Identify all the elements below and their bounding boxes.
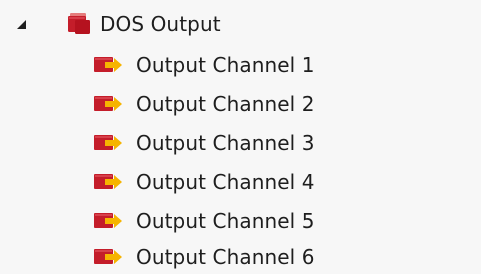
- output-channel-icon: [93, 246, 123, 268]
- output-channel-icon: [93, 93, 123, 115]
- output-channel-icon: [93, 132, 123, 154]
- tree-node-output-channel-4[interactable]: Output Channel 4: [93, 165, 315, 199]
- tree-node-output-channel-5[interactable]: Output Channel 5: [93, 204, 315, 238]
- tree-node-label: Output Channel 5: [136, 209, 315, 233]
- expanded-triangle-icon[interactable]: [12, 15, 30, 33]
- device-module-icon: [66, 12, 92, 36]
- tree-node-output-channel-1[interactable]: Output Channel 1: [93, 48, 315, 82]
- tree-node-label: Output Channel 6: [136, 245, 315, 269]
- tree-node-label: DOS Output: [100, 12, 221, 36]
- tree-node-label: Output Channel 1: [136, 53, 315, 77]
- tree-node-label: Output Channel 2: [136, 92, 315, 116]
- tree-node-output-channel-3[interactable]: Output Channel 3: [93, 126, 315, 160]
- output-channel-icon: [93, 171, 123, 193]
- tree-node-dos-output[interactable]: DOS Output: [12, 7, 221, 41]
- tree-node-label: Output Channel 3: [136, 131, 315, 155]
- output-channel-icon: [93, 210, 123, 232]
- tree-node-output-channel-2[interactable]: Output Channel 2: [93, 87, 315, 121]
- tree-node-output-channel-6[interactable]: Output Channel 6: [93, 240, 315, 274]
- output-channel-icon: [93, 54, 123, 76]
- tree-node-label: Output Channel 4: [136, 170, 315, 194]
- tree-view: DOS Output Output Channel 1 Output Chann…: [0, 0, 481, 273]
